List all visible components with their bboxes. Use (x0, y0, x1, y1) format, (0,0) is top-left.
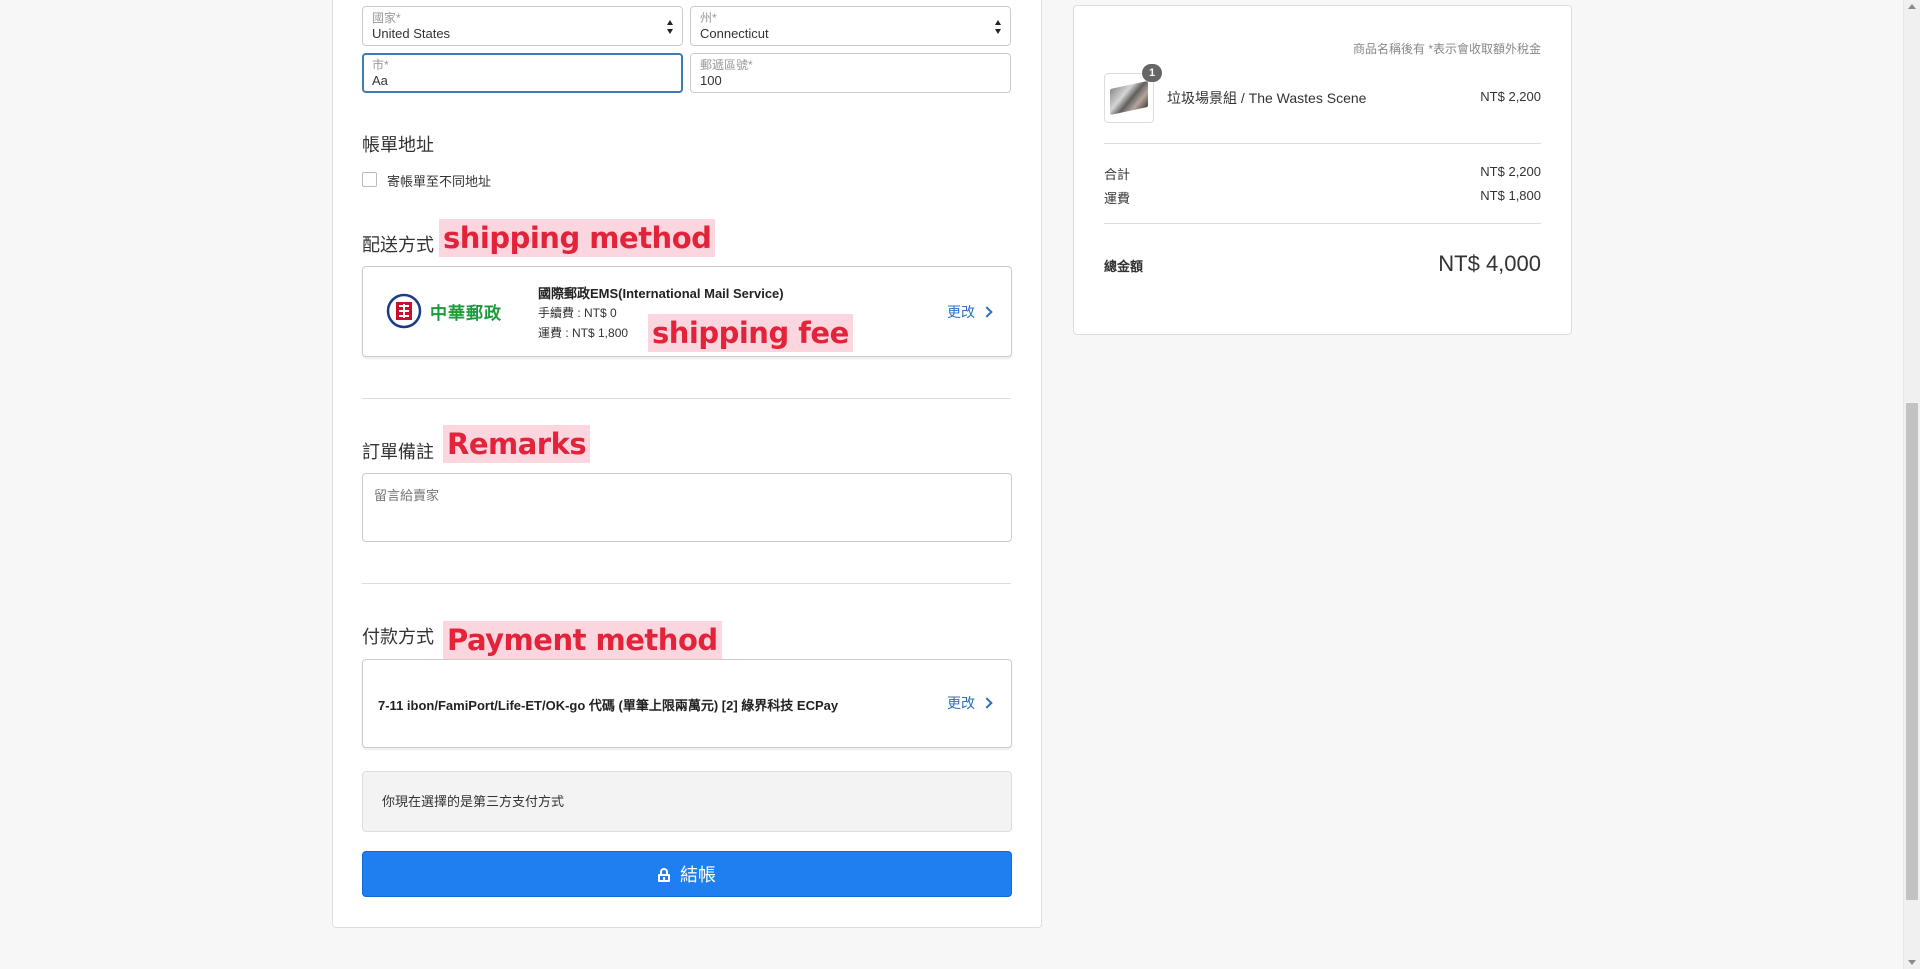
checkout-label: 結帳 (680, 865, 716, 885)
change-payment-link[interactable]: 更改 (947, 693, 993, 713)
chevron-right-icon (981, 306, 993, 318)
scroll-down-arrow-icon[interactable] (1908, 960, 1916, 965)
city-label: 市* (372, 58, 389, 72)
zip-field[interactable]: 郵遞區號* 100 (690, 53, 1011, 93)
country-value: United States (372, 26, 451, 41)
shipping-method-name: 國際郵政EMS(International Mail Service) (538, 286, 784, 301)
country-label: 國家* (372, 11, 401, 25)
page-scrollbar[interactable] (1903, 0, 1920, 969)
third-party-payment-note: 你現在選擇的是第三方支付方式 (362, 771, 1012, 832)
country-select[interactable]: 國家* United States (362, 6, 683, 46)
change-payment-label: 更改 (947, 695, 975, 711)
tax-note: 商品名稱後有 *表示會收取額外稅金 (1352, 42, 1541, 56)
payment-method-annotation: Payment method (443, 621, 722, 659)
scroll-up-arrow-icon[interactable] (1908, 4, 1916, 9)
section-divider (362, 583, 1011, 584)
product-name: 垃圾場景組 / The Wastes Scene (1167, 90, 1367, 106)
shipping-cost-value: NT$ 1,800 (1480, 188, 1541, 203)
billing-title: 帳單地址 (362, 135, 434, 155)
zip-value: 100 (700, 73, 722, 88)
product-price: NT$ 2,200 (1480, 89, 1541, 104)
total-label: 總金額 (1104, 259, 1144, 274)
shipping-cost-label: 運費 (1104, 191, 1131, 206)
handling-fee: 手續費 : NT$ 0 (538, 306, 617, 320)
remarks-textarea[interactable] (362, 473, 1012, 542)
remarks-annotation: Remarks (443, 425, 591, 463)
post-emblem-icon (386, 293, 422, 329)
change-shipping-link[interactable]: 更改 (947, 302, 993, 322)
summary-divider (1104, 143, 1541, 144)
city-field[interactable]: 市* Aa (362, 53, 683, 93)
total-value: NT$ 4,000 (1438, 251, 1541, 276)
product-image (1110, 80, 1148, 116)
post-logo-text: 中華郵政 (430, 303, 502, 323)
shipping-fee-annotation: shipping fee (648, 314, 853, 352)
state-value: Connecticut (700, 26, 769, 41)
state-label: 州* (700, 11, 717, 25)
shipping-fee: 運費 : NT$ 1,800 (538, 326, 629, 340)
quantity-badge: 1 (1142, 64, 1162, 82)
scrollbar-thumb[interactable] (1906, 403, 1918, 900)
subtotal-label: 合計 (1104, 167, 1131, 182)
payment-method-name: 7-11 ibon/FamiPort/Life-ET/OK-go 代碼 (單筆上… (378, 698, 839, 713)
different-billing-label[interactable]: 寄帳單至不同地址 (387, 171, 491, 190)
checkout-button[interactable]: 結帳 (362, 851, 1012, 897)
different-billing-checkbox[interactable] (362, 172, 377, 187)
change-shipping-label: 更改 (947, 304, 975, 320)
chevron-right-icon (981, 697, 993, 709)
payment-title: 付款方式 (362, 627, 434, 647)
state-select[interactable]: 州* Connecticut (690, 6, 1011, 46)
section-divider (362, 398, 1011, 399)
select-arrows-icon (667, 20, 674, 34)
subtotal-value: NT$ 2,200 (1480, 164, 1541, 179)
shipping-title: 配送方式 (362, 235, 434, 255)
chunghwa-post-logo: 中華郵政 (386, 293, 502, 329)
remarks-title: 訂單備註 (362, 442, 434, 462)
city-value: Aa (372, 73, 388, 88)
zip-label: 郵遞區號* (700, 58, 753, 72)
shipping-method-annotation: shipping method (439, 219, 716, 257)
summary-divider (1104, 223, 1541, 224)
select-arrows-icon (995, 20, 1002, 34)
lock-icon (658, 868, 670, 882)
